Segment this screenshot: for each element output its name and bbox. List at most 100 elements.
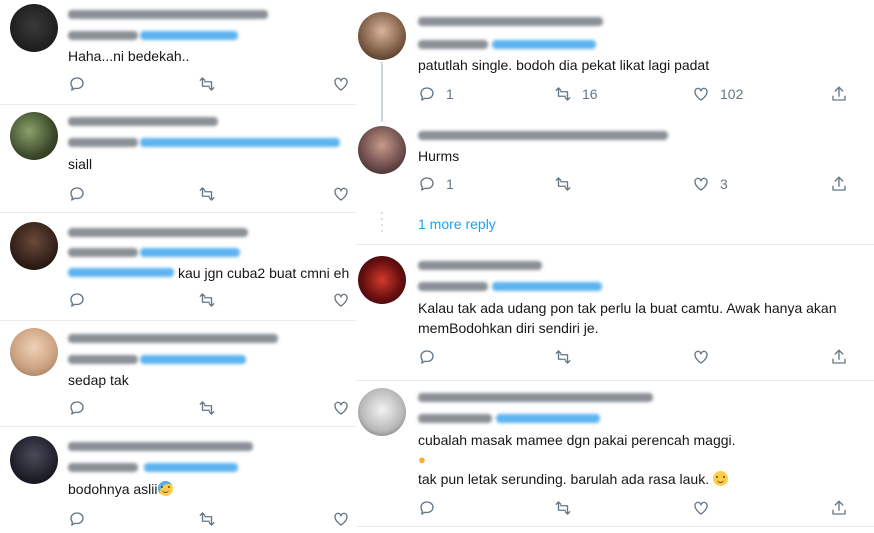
tweet-text: Kalau tak ada udang pon tak perlu la bua… xyxy=(418,300,837,316)
tweet-actions xyxy=(418,498,858,518)
reply-handle-blurred[interactable] xyxy=(492,282,602,291)
retweet-count: 16 xyxy=(582,86,598,102)
like-button[interactable] xyxy=(332,74,350,94)
reply-icon xyxy=(68,510,86,528)
avatar[interactable] xyxy=(358,126,406,174)
like-button[interactable] xyxy=(332,398,350,418)
username-blurred[interactable] xyxy=(418,131,668,140)
reply-handle-blurred[interactable] xyxy=(492,40,596,49)
share-icon xyxy=(830,499,848,517)
share-button[interactable] xyxy=(830,84,848,104)
reply-button[interactable]: 1 xyxy=(418,84,454,104)
like-button[interactable]: 102 xyxy=(692,84,743,104)
username-blurred[interactable] xyxy=(418,393,653,402)
like-button[interactable] xyxy=(332,509,350,529)
heart-icon xyxy=(692,85,710,103)
retweet-icon xyxy=(198,185,216,203)
left-tweet-1[interactable]: Haha...ni bedekah.. xyxy=(0,0,356,105)
share-icon xyxy=(830,85,848,103)
tweet-text: siall xyxy=(68,156,93,172)
retweet-icon xyxy=(198,399,216,417)
username-blurred[interactable] xyxy=(68,10,268,19)
tweet-actions xyxy=(68,184,353,204)
retweet-icon xyxy=(198,510,216,528)
like-button[interactable]: 3 xyxy=(692,174,728,194)
retweet-button[interactable] xyxy=(554,174,572,194)
share-button[interactable] xyxy=(830,498,848,518)
reply-button[interactable] xyxy=(68,509,86,529)
reply-icon xyxy=(418,175,436,193)
reply-handle-blurred[interactable] xyxy=(144,463,238,472)
avatar[interactable] xyxy=(358,12,406,60)
right-tweet-4[interactable]: cubalah masak mamee dgn pakai perencah m… xyxy=(356,380,874,527)
left-tweet-2[interactable]: siall xyxy=(0,104,356,213)
reply-handle-blurred[interactable] xyxy=(140,355,246,364)
reply-handle-blurred-2[interactable] xyxy=(68,268,174,277)
share-button[interactable] xyxy=(830,174,848,194)
heart-icon xyxy=(692,348,710,366)
avatar[interactable] xyxy=(10,436,58,484)
retweet-button[interactable] xyxy=(198,74,216,94)
show-more-replies-link[interactable]: 1 more reply xyxy=(418,216,496,232)
avatar[interactable] xyxy=(10,222,58,270)
retweet-button[interactable] xyxy=(198,398,216,418)
winking-emoji xyxy=(712,471,728,486)
avatar[interactable] xyxy=(10,328,58,376)
avatar[interactable] xyxy=(10,112,58,160)
username-blurred[interactable] xyxy=(418,261,542,270)
reply-button[interactable] xyxy=(68,74,86,94)
reply-button[interactable]: 1 xyxy=(418,174,454,194)
left-tweet-3[interactable]: kau jgn cuba2 buat cmni eh xyxy=(0,212,356,321)
left-tweet-5[interactable]: bodohnya aslii xyxy=(0,426,356,533)
like-button[interactable] xyxy=(692,347,710,367)
retweet-button[interactable] xyxy=(198,184,216,204)
retweet-button[interactable] xyxy=(198,509,216,529)
reply-context-blurred xyxy=(68,248,138,257)
retweet-button[interactable] xyxy=(554,498,572,518)
reply-handle-blurred[interactable] xyxy=(496,414,600,423)
like-button[interactable] xyxy=(332,290,350,310)
reply-button[interactable] xyxy=(418,347,436,367)
username-blurred[interactable] xyxy=(418,17,603,26)
tweet-actions: 1 16 102 xyxy=(418,84,858,104)
username-blurred[interactable] xyxy=(68,117,218,126)
left-tweet-4[interactable]: sedap tak xyxy=(0,320,356,427)
right-tweet-3[interactable]: Kalau tak ada udang pon tak perlu la bua… xyxy=(356,244,874,381)
reply-button[interactable] xyxy=(68,184,86,204)
username-blurred[interactable] xyxy=(68,228,248,237)
retweet-button[interactable]: 16 xyxy=(554,84,598,104)
tweet-text-line2: tak pun letak serunding. barulah ada ras… xyxy=(418,469,728,489)
like-button[interactable] xyxy=(332,184,350,204)
reply-icon xyxy=(418,499,436,517)
reply-button[interactable] xyxy=(418,498,436,518)
username-blurred[interactable] xyxy=(68,334,278,343)
username-blurred[interactable] xyxy=(68,442,253,451)
tweet-actions: 1 3 xyxy=(418,174,858,194)
heart-icon xyxy=(332,185,350,203)
reply-handle-blurred[interactable] xyxy=(140,31,238,40)
tweet-text: kau jgn cuba2 buat cmni eh xyxy=(178,265,350,281)
avatar[interactable] xyxy=(10,4,58,52)
reply-handle-blurred[interactable] xyxy=(140,248,240,257)
reply-icon xyxy=(68,75,86,93)
heart-icon xyxy=(692,499,710,517)
share-button[interactable] xyxy=(830,347,848,367)
heart-icon xyxy=(332,399,350,417)
like-button[interactable] xyxy=(692,498,710,518)
reply-button[interactable] xyxy=(68,398,86,418)
retweet-icon xyxy=(198,75,216,93)
heart-icon xyxy=(332,291,350,309)
tweet-actions xyxy=(418,347,858,367)
ok-hand-emoji: ● xyxy=(418,452,426,467)
reply-context-blurred xyxy=(68,138,138,147)
retweet-button[interactable] xyxy=(198,290,216,310)
retweet-button[interactable] xyxy=(554,347,572,367)
tweet-text-content: bodohnya aslii xyxy=(68,481,158,497)
reply-handle-blurred[interactable] xyxy=(140,138,340,147)
reply-button[interactable] xyxy=(68,290,86,310)
reply-icon xyxy=(68,291,86,309)
right-tweet-1[interactable]: patutlah single. bodoh dia pekat likat l… xyxy=(356,0,874,120)
right-tweet-2[interactable]: Hurms 1 3 1 more reply xyxy=(356,120,874,245)
avatar[interactable] xyxy=(358,388,406,436)
avatar[interactable] xyxy=(358,256,406,304)
